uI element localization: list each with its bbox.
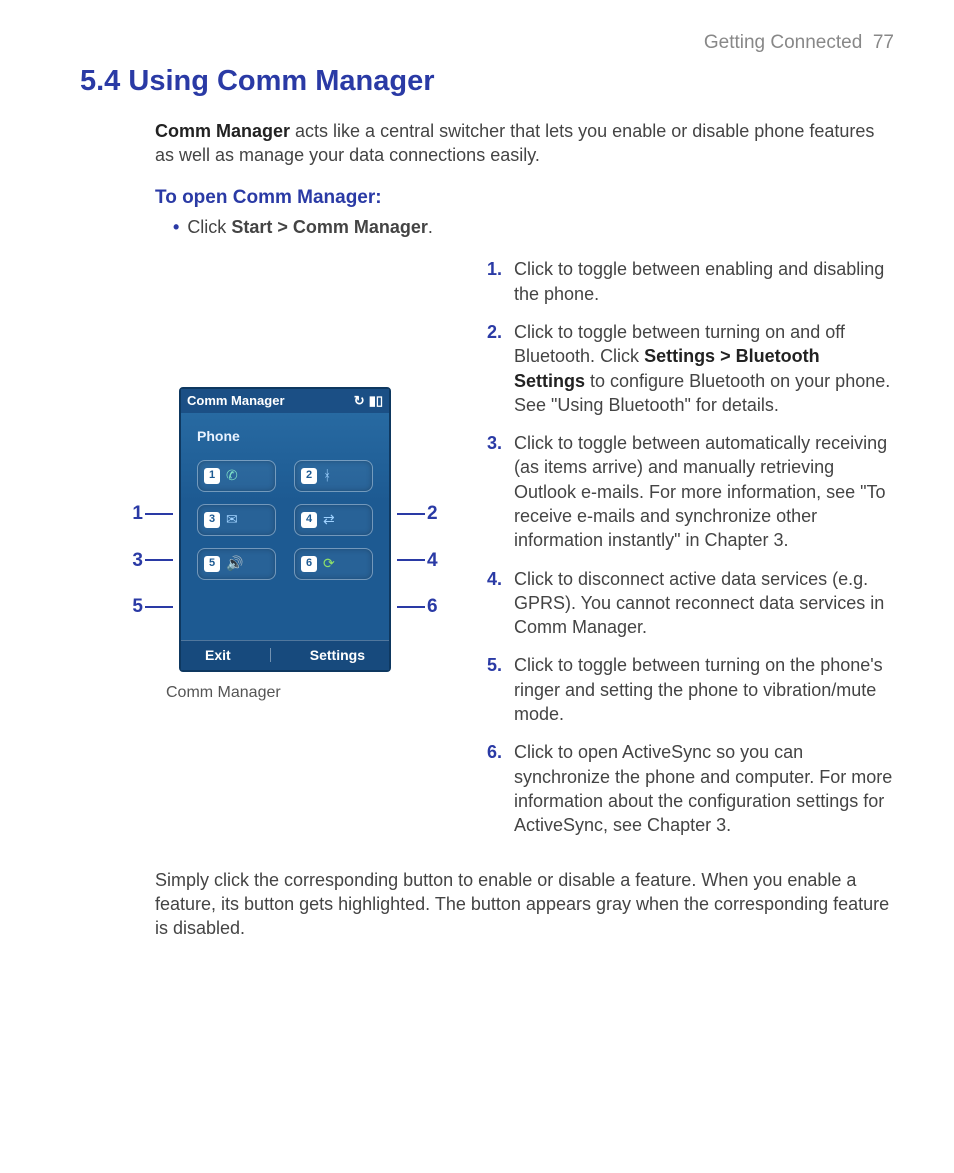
softkey-exit[interactable]: Exit xyxy=(205,646,231,665)
bluetooth-icon: ᚼ xyxy=(323,466,331,485)
list-item: 3. Click to toggle between automatically… xyxy=(482,431,894,552)
callout-4: 4 xyxy=(427,548,438,574)
bullet-suffix: . xyxy=(428,217,433,237)
callout-5: 5 xyxy=(132,594,143,620)
section-title: 5.4 Using Comm Manager xyxy=(80,62,894,101)
softbar-divider xyxy=(270,648,271,662)
phone-titlebar: Comm Manager ↻ ▮▯ xyxy=(181,389,389,413)
phone-title: Comm Manager xyxy=(187,392,285,410)
callouts-right: 2 4 6 xyxy=(397,501,438,620)
sync-icon: ↻ xyxy=(354,392,365,410)
callout-3: 3 xyxy=(132,548,143,574)
numbered-list: 1. Click to toggle between enabling and … xyxy=(482,257,894,837)
callout-2: 2 xyxy=(427,501,438,527)
list-item: 5. Click to toggle between turning on th… xyxy=(482,653,894,726)
chapter-name: Getting Connected xyxy=(704,32,862,53)
bullet-bold: Start > Comm Manager xyxy=(231,217,428,237)
intro-paragraph: Comm Manager acts like a central switche… xyxy=(155,119,894,168)
list-item: 1. Click to toggle between enabling and … xyxy=(482,257,894,306)
bullet-prefix: Click xyxy=(187,217,231,237)
page-number: 77 xyxy=(873,32,894,53)
list-item: 2. Click to toggle between turning on an… xyxy=(482,320,894,417)
phone-mock: Comm Manager ↻ ▮▯ Phone 1✆ 2ᚼ 3✉ 4⇄ 5🔊 6… xyxy=(179,387,391,671)
tile-email[interactable]: 3✉ xyxy=(197,504,276,536)
tile-data[interactable]: 4⇄ xyxy=(294,504,373,536)
softkey-settings[interactable]: Settings xyxy=(310,646,365,665)
sync-tile-icon: ⟳ xyxy=(323,554,335,573)
page-header: Getting Connected 77 xyxy=(80,30,894,56)
tile-phone[interactable]: 1✆ xyxy=(197,460,276,492)
callout-6: 6 xyxy=(427,594,438,620)
closing-paragraph: Simply click the corresponding button to… xyxy=(155,868,894,941)
list-item: 4. Click to disconnect active data servi… xyxy=(482,567,894,640)
speaker-icon: 🔊 xyxy=(226,554,243,573)
bullet-line: • Click Start > Comm Manager. xyxy=(155,215,894,239)
phone-icon: ✆ xyxy=(226,466,238,485)
tile-ringer[interactable]: 5🔊 xyxy=(197,548,276,580)
bullet-icon: • xyxy=(173,217,179,237)
tile-activesync[interactable]: 6⟳ xyxy=(294,548,373,580)
callouts-left: 1 3 5 xyxy=(132,501,173,620)
figure-column: 1 3 5 Comm Manager ↻ ▮▯ Phone 1✆ 2ᚼ 3✉ xyxy=(120,257,450,703)
mail-icon: ✉ xyxy=(226,510,238,529)
intro-lead-bold: Comm Manager xyxy=(155,121,290,141)
list-item: 6. Click to open ActiveSync so you can s… xyxy=(482,740,894,837)
signal-icon: ▮▯ xyxy=(369,392,383,410)
sub-heading: To open Comm Manager: xyxy=(155,185,894,211)
callout-1: 1 xyxy=(132,501,143,527)
phone-section-label: Phone xyxy=(181,413,389,456)
tile-bluetooth[interactable]: 2ᚼ xyxy=(294,460,373,492)
data-icon: ⇄ xyxy=(323,510,335,529)
figure-caption: Comm Manager xyxy=(120,672,450,704)
